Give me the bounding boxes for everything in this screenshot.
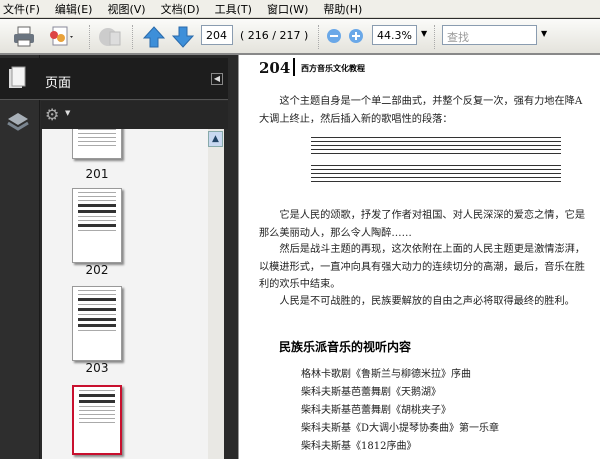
paragraph: 它是人民的颂歌，抒发了作者对祖国、对人民深深的爱恋之情，它是那么美丽动人，那么令… [259,210,586,239]
pages-icon[interactable] [8,66,26,90]
list-item: 柴科夫斯基《D大调小提琴协奏曲》第一乐章 [301,423,500,434]
menu-help[interactable]: 帮助(H) [323,1,362,17]
collapse-panel-button[interactable]: ◀ [211,73,223,85]
toolbar-divider [434,25,436,49]
list-item: 柴科夫斯基芭蕾舞剧《胡桃夹子》 [301,405,451,416]
header-divider [293,58,295,76]
zoom-dropdown-icon[interactable]: ▼ [421,29,427,38]
menu-file[interactable]: 文件(F) [3,1,40,17]
list-item: 柴科夫斯基芭蕾舞剧《天鹅湖》 [301,387,441,398]
scroll-up-icon[interactable]: ▲ [208,131,223,147]
toolbar-divider [89,25,91,49]
toolbar-divider [318,25,320,49]
menu-view[interactable]: 视图(V) [107,1,145,17]
panel-options-bar: ⚙ ▼ [41,101,228,129]
paragraph: 然后是战斗主题的再现，这次依附在上面的人民主题更是激情澎湃，以模进形式，一直冲向… [259,244,586,290]
zoom-level-input[interactable]: 44.3% [372,25,417,45]
paragraph: 这个主题自身是一个单二部曲式，并整个反复一次，强有力地在降A大调上终止，然后插入… [259,96,583,125]
menu-edit[interactable]: 编辑(E) [55,1,93,17]
menu-bar: 文件(F) 编辑(E) 视图(V) 文档(D) 工具(T) 窗口(W) 帮助(H… [0,0,600,18]
thumbnail-label: 202 [85,263,109,277]
previous-page-icon[interactable] [143,26,165,48]
toolbar-divider [132,25,134,49]
chevron-down-icon[interactable]: ▼ [65,109,70,117]
section-heading: 民族乐派音乐的视听内容 [279,340,412,354]
menu-window[interactable]: 窗口(W) [267,1,308,17]
search-input[interactable]: 查找 [442,25,537,45]
thumbnail-page-204-selected[interactable] [72,385,122,455]
zoom-out-icon[interactable] [326,28,342,44]
print-icon[interactable] [12,26,36,48]
thumbnail-scrollbar[interactable]: ▲ [208,129,224,459]
thumbnail-page-201[interactable] [72,129,122,159]
page-number-input[interactable]: 204 [201,25,233,45]
toolbar: 204 ( 216 / 217 ) 44.3% ▼ 查找 ▼ [0,19,600,55]
thumbnail-page-202[interactable] [72,188,122,263]
page-thumbnails: 201 202 203 ▲ [42,129,224,459]
thumbnail-label: 203 [85,361,109,375]
document-view: 204 西方音乐文化教程 这个主题自身是一个单二部曲式，并整个反复一次，强有力地… [238,55,600,459]
panel-title: 页面 [45,76,72,91]
running-title: 西方音乐文化教程 [301,64,365,73]
navigation-panel: 页面 ◀ ⚙ ▼ 201 202 203 ▲ [0,55,238,459]
zoom-in-icon[interactable] [348,28,364,44]
search-dropdown-icon[interactable]: ▼ [541,29,547,38]
page-number: 204 [259,59,291,77]
gear-icon[interactable]: ⚙ [45,105,59,124]
thumbnail-page-203[interactable] [72,286,122,361]
thumbnail-label: 201 [85,167,109,181]
list-item: 格林卡歌剧《鲁斯兰与柳德米拉》序曲 [301,369,471,380]
layers-icon[interactable] [6,111,30,133]
music-staff [311,165,561,187]
panel-header: 页面 ◀ [0,58,228,100]
menu-tools[interactable]: 工具(T) [215,1,252,17]
menu-document[interactable]: 文档(D) [161,1,200,17]
web-capture-icon [99,28,121,46]
paragraph: 人民是不可战胜的，民族要解放的自由之声必将取得最终的胜利。 [279,296,575,307]
music-staff [311,137,561,159]
collaborate-icon[interactable] [45,26,75,48]
page-count: ( 216 / 217 ) [240,29,309,42]
list-item: 柴科夫斯基《1812序曲》 [301,441,417,452]
next-page-icon[interactable] [172,26,194,48]
